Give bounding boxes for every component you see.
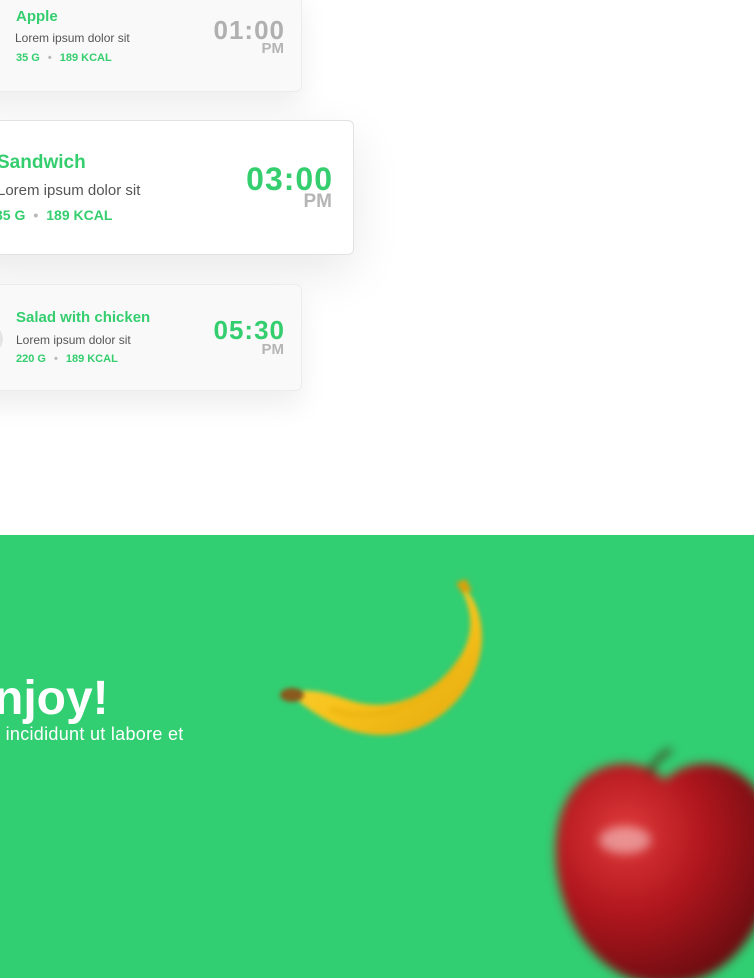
meal-meta: 35 G • 189 KCAL [0,207,112,223]
meal-description: Lorem ipsum dolor sit [0,182,141,199]
meal-description: Lorem ipsum dolor sit [16,333,131,347]
meal-thumbnail [0,325,3,353]
banana-image [280,579,482,735]
meal-name: Sandwich [0,152,86,173]
page: Apple Lorem ipsum dolor sit 35 G • 189 KCA… [0,0,754,978]
meal-period: PM [261,341,285,358]
meal-name: Apple [16,8,58,25]
meal-calories: 189 KCAL [65,353,118,365]
apple-image [555,748,754,978]
meal-card-salad[interactable]: Salad with chicken Lorem ipsum dolor sit… [0,284,302,391]
meta-separator: • [33,207,39,223]
meal-period: PM [261,40,285,57]
meal-weight: 35 G [0,207,26,223]
promo-headline: njoy! [0,672,109,726]
promo-subtext: r incididunt ut labore et [0,724,184,744]
meal-schedule-section: Apple Lorem ipsum dolor sit 35 G • 189 KCA… [0,0,754,535]
meta-separator: • [47,52,52,64]
meal-calories: 189 KCAL [59,52,112,64]
meal-calories: 189 KCAL [46,207,113,223]
meal-card-sandwich[interactable]: Sandwich Lorem ipsum dolor sit 35 G • 189 … [0,120,354,255]
promo-section: njoy! r incididunt ut labore et [0,535,754,978]
meal-period: PM [303,191,333,212]
meal-card-apple[interactable]: Apple Lorem ipsum dolor sit 35 G • 189 KCA… [0,0,302,92]
meal-weight: 220 G [16,353,46,365]
meal-name: Salad with chicken [16,309,151,326]
meta-separator: • [53,353,58,365]
meal-description: Lorem ipsum dolor sit [15,31,130,45]
meal-meta: 220 G • 189 KCAL [16,353,118,365]
meal-weight: 35 G [16,52,40,64]
meal-meta: 35 G • 189 KCAL [16,52,112,64]
